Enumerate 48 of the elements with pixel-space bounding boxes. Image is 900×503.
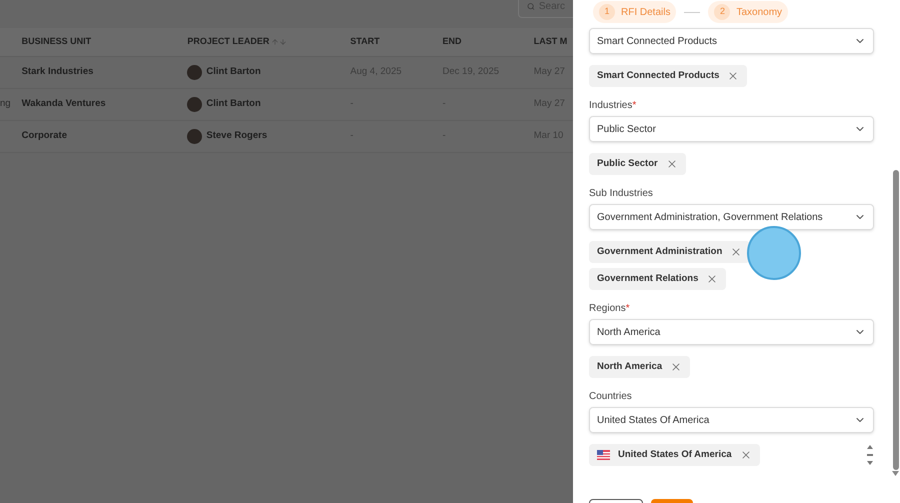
close-icon[interactable] (670, 361, 682, 373)
select-field[interactable]: North America (589, 319, 874, 345)
table-cell-text: - (442, 129, 446, 144)
chip-label: Smart Connected Products (597, 68, 720, 83)
chip-label: Government Administration (597, 244, 722, 259)
required-asterisk: * (626, 302, 630, 316)
chip-label: Public Sector (597, 156, 658, 171)
field-label: Sub Industries (589, 187, 653, 201)
step-tab[interactable]: 2 Taxonomy (708, 1, 788, 23)
table-cell-text: - (350, 129, 354, 144)
close-icon[interactable] (740, 449, 752, 461)
select-field[interactable]: Government Administration, Government Relations (589, 204, 874, 230)
column-header: PROJECT LEADER (187, 35, 270, 48)
avatar (187, 129, 202, 144)
table-cell-text: - (442, 97, 446, 112)
field-label: Regions (589, 302, 626, 316)
select-field[interactable]: Public Sector (589, 116, 874, 142)
table-cell-text: Steve Rogers (206, 129, 268, 144)
select-field[interactable]: United States Of America (589, 407, 874, 433)
field-label: Countries (589, 390, 632, 404)
avatar (187, 97, 202, 112)
close-icon[interactable] (727, 70, 740, 82)
table-cell-text: Stark Industries (22, 65, 94, 80)
avatar (187, 65, 202, 80)
search-icon (527, 0, 535, 12)
table-cell-text: Corporate (22, 129, 67, 144)
close-icon[interactable] (730, 246, 742, 258)
column-header: END (442, 35, 462, 48)
table-cell-text: Clint Barton (206, 97, 261, 112)
column-header: BUSINESS UNIT (22, 35, 92, 48)
chip-label: United States Of America (618, 448, 732, 462)
chip-label: North America (597, 360, 662, 374)
required-asterisk: * (632, 99, 636, 113)
table-cell-text: Clint Barton (206, 65, 261, 80)
close-icon[interactable] (706, 273, 718, 285)
close-icon[interactable] (666, 158, 678, 170)
column-header: START (350, 35, 380, 48)
click-indicator (747, 226, 801, 280)
table-cell-text: - (350, 97, 354, 112)
stepper-icon[interactable] (866, 444, 874, 466)
column-header: LAST M (534, 35, 568, 48)
step-tab[interactable]: 1 RFI Details (593, 1, 676, 23)
chip-label: Government Relations (597, 272, 698, 286)
table-cell-text: ng (0, 97, 11, 112)
flag-icon (597, 450, 610, 460)
select-field[interactable]: Smart Connected Products (589, 28, 874, 54)
table-cell-text: Wakanda Ventures (22, 97, 106, 112)
field-label: Industries (589, 99, 632, 113)
